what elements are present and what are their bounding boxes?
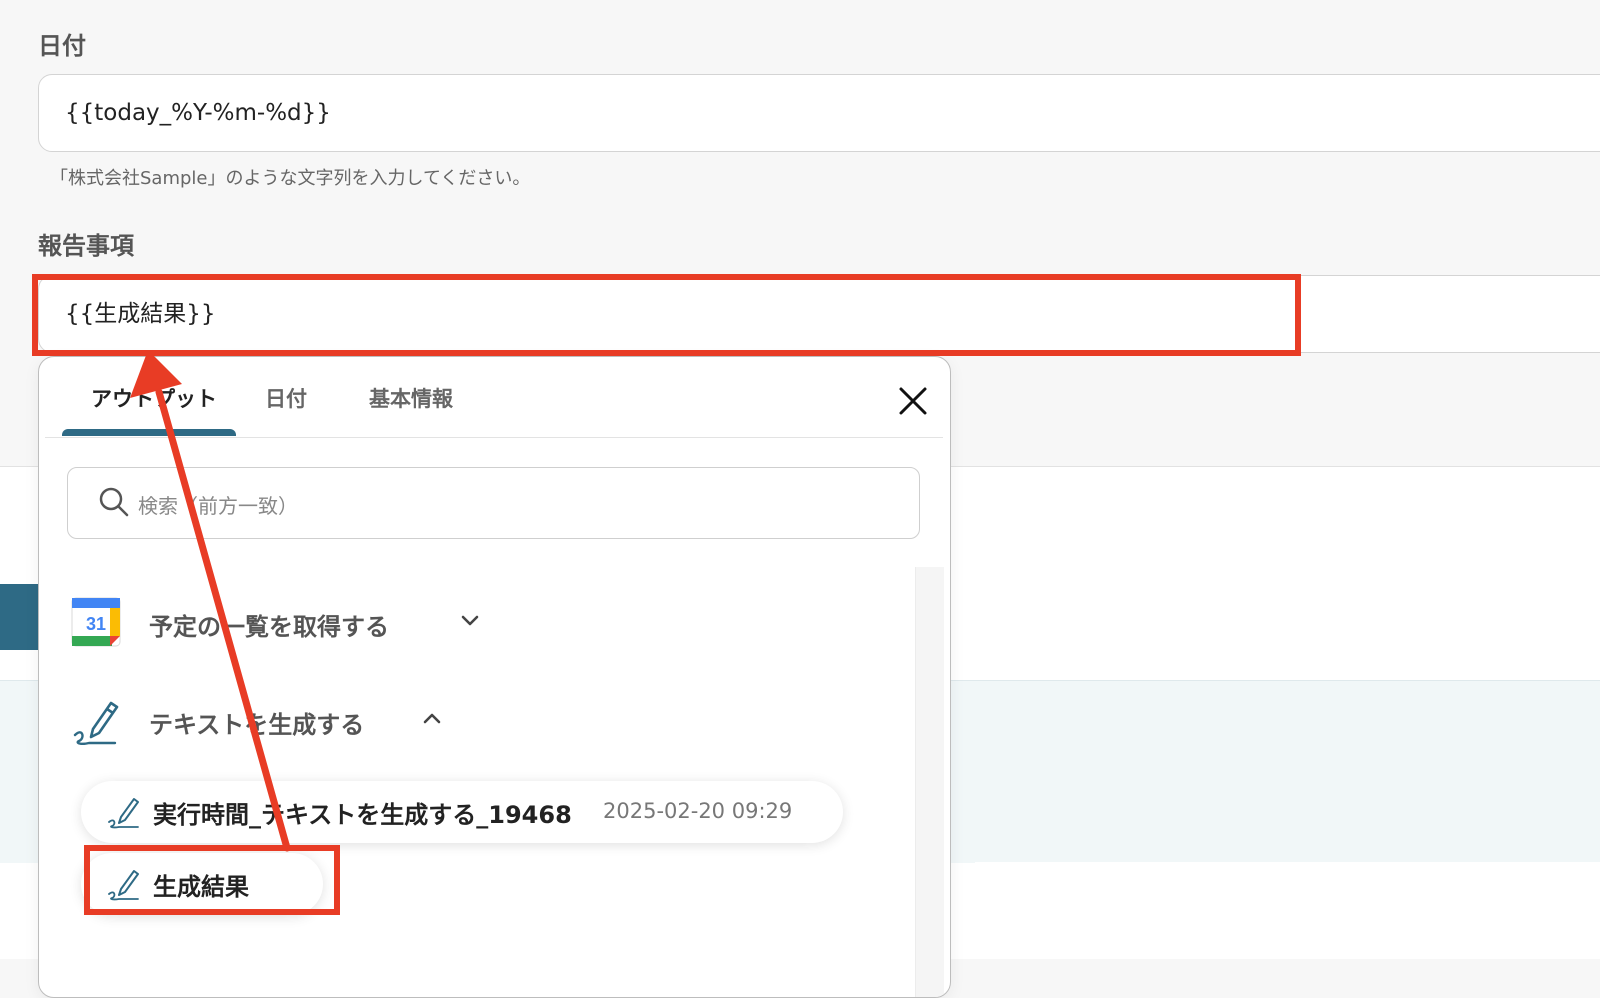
chevron-down-icon [461,615,479,626]
group-generate-text[interactable]: テキストを生成する [71,695,451,751]
list-item-execution-time[interactable]: 実行時間_テキストを生成する_19468 2025-02-20 09:29 [81,781,843,843]
search-icon [99,487,129,517]
calendar-day-number: 31 [86,614,106,634]
pen-icon [108,798,139,829]
group-label: テキストを生成する [149,711,365,739]
content-panel [975,862,1600,958]
report-field-label: 報告事項 [38,232,134,260]
google-calendar-icon: 31 [71,597,121,647]
date-input[interactable]: {{today_%Y-%m-%d}} [38,74,1600,152]
list-item-value: 2025-02-20 09:29 [603,799,793,823]
pen-icon [73,701,119,745]
scrollbar[interactable] [915,567,944,997]
active-tab-indicator [62,429,236,436]
group-label: 予定の一覧を取得する [149,613,389,641]
date-field-hint: 「株式会社Sample」のような文字列を入力してください。 [50,168,531,189]
search-input[interactable]: 検索（前方一致） [67,467,920,539]
list-item-label: 実行時間_テキストを生成する_19468 [153,801,572,829]
tab-basic-info[interactable]: 基本情報 [369,383,453,413]
report-input-highlight [32,274,1301,356]
date-field-label: 日付 [38,32,86,60]
chevron-up-icon [423,713,441,724]
tab-date[interactable]: 日付 [265,383,307,413]
generated-result-highlight [84,845,340,915]
tab-output[interactable]: アウトプット [91,383,217,413]
group-get-events[interactable]: 31 予定の一覧を取得する [71,597,491,653]
search-placeholder: 検索（前方一致） [138,494,298,518]
picker-tabs: アウトプット 日付 基本情報 [45,357,943,438]
close-icon[interactable] [895,383,931,419]
